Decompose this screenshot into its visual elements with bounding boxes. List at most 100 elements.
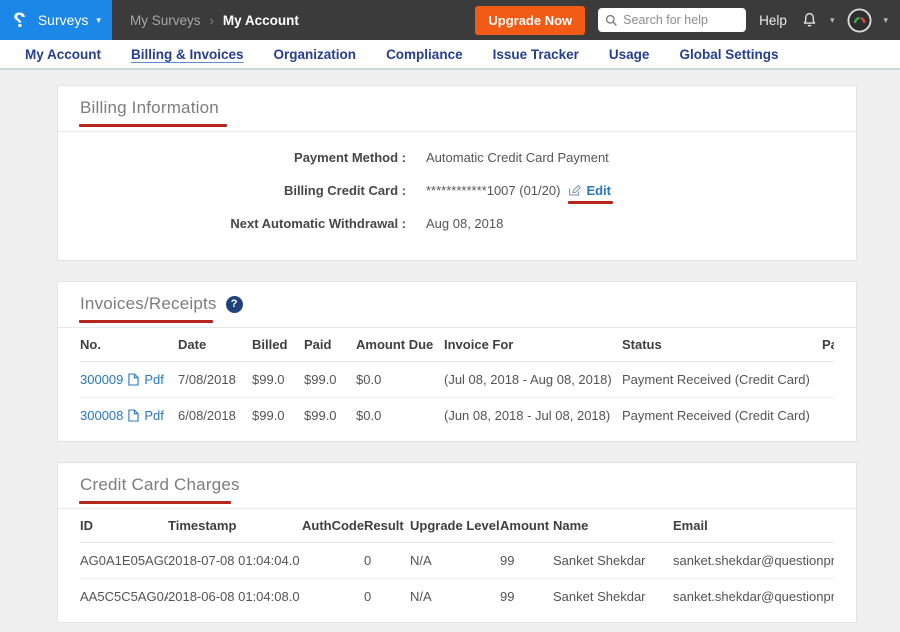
breadcrumb-separator-icon: ›	[210, 13, 214, 28]
invoice-for-cell: (Jun 08, 2018 - Jul 08, 2018)	[444, 398, 622, 434]
help-search-box[interactable]	[598, 8, 746, 32]
charge-timestamp-cell: 2018-07-08 01:04:04.0	[168, 543, 302, 579]
breadcrumb-parent[interactable]: My Surveys	[130, 13, 201, 28]
invoices-table-wrap: No. Date Billed Paid Amount Due Invoice …	[58, 328, 856, 441]
charges-table-wrap: ID Timestamp AuthCode Result Upgrade Lev…	[58, 509, 856, 622]
chevron-down-icon: ▾	[830, 16, 835, 25]
col-upgrade-level: Upgrade Level	[410, 509, 500, 543]
payment-method-row: Payment Method : Automatic Credit Card P…	[80, 141, 834, 174]
charge-amount-cell: 99	[500, 543, 553, 579]
invoice-number-link[interactable]: 300009	[80, 372, 123, 387]
tab-compliance[interactable]: Compliance	[371, 47, 478, 62]
charge-id-cell: AG0A1E05AG0A	[80, 543, 168, 579]
col-timestamp: Timestamp	[168, 509, 302, 543]
account-menu[interactable]: ▾	[847, 8, 888, 33]
billing-credit-card-value: ************1007 (01/20) Edit	[426, 183, 611, 198]
invoices-header-row: No. Date Billed Paid Amount Due Invoice …	[80, 328, 834, 362]
charge-name-cell: Sanket Shekdar	[553, 579, 673, 615]
charge-id-cell: AA5C5C5AG0A	[80, 579, 168, 615]
col-pay-by: Pay By	[822, 328, 834, 362]
charge-email-cell: sanket.shekdar@questionpro.com	[673, 579, 834, 615]
invoice-amount-due-cell: $0.0	[356, 398, 444, 434]
invoices-receipts-title: Invoices/Receipts	[80, 294, 217, 314]
billing-credit-card-row: Billing Credit Card : ************1007 (…	[80, 174, 834, 207]
col-amount: Amount	[500, 509, 553, 543]
edit-card-link[interactable]: Edit	[568, 183, 611, 198]
billing-information-title: Billing Information	[80, 98, 219, 118]
pdf-file-icon[interactable]	[128, 373, 139, 386]
charges-table: ID Timestamp AuthCode Result Upgrade Lev…	[80, 509, 834, 614]
card-masked-number: ************1007 (01/20)	[426, 183, 560, 198]
product-switcher[interactable]: ? Surveys ▾	[0, 0, 112, 40]
next-withdrawal-label: Next Automatic Withdrawal :	[80, 216, 406, 231]
payment-method-label: Payment Method :	[80, 150, 406, 165]
invoice-row: 300009 Pdf 7/08/2018 $99.0 $99.0 $0.	[80, 362, 834, 398]
charge-row: AG0A1E05AG0A 2018-07-08 01:04:04.0 0 N/A…	[80, 543, 834, 579]
next-withdrawal-row: Next Automatic Withdrawal : Aug 08, 2018	[80, 207, 834, 240]
invoice-paid-cell: $99.0	[304, 362, 356, 398]
col-result: Result	[364, 509, 410, 543]
notifications-menu[interactable]: ▾	[800, 11, 835, 30]
pdf-link[interactable]: Pdf	[144, 408, 164, 423]
invoice-pay-by-cell	[822, 362, 834, 398]
help-link[interactable]: Help	[759, 13, 787, 28]
billing-information-card: Billing Information Payment Method : Aut…	[57, 85, 857, 261]
col-invoice-for: Invoice For	[444, 328, 622, 362]
invoice-number-link[interactable]: 300008	[80, 408, 123, 423]
red-annotation-underline	[568, 201, 613, 204]
tab-issue-tracker[interactable]: Issue Tracker	[478, 47, 594, 62]
charge-email-cell: sanket.shekdar@questionpro.com	[673, 543, 834, 579]
search-icon	[605, 14, 618, 27]
payment-method-value: Automatic Credit Card Payment	[426, 150, 609, 165]
help-question-icon[interactable]: ?	[226, 296, 243, 313]
invoice-paid-cell: $99.0	[304, 398, 356, 434]
invoices-receipts-header: Invoices/Receipts ?	[58, 282, 856, 328]
top-bar: ? Surveys ▾ My Surveys › My Account Upgr…	[0, 0, 900, 40]
billing-credit-card-label: Billing Credit Card :	[80, 183, 406, 198]
topbar-actions: Upgrade Now Help ▾ ▾	[475, 6, 900, 35]
charge-result-cell: 0	[364, 579, 410, 615]
invoice-billed-cell: $99.0	[252, 362, 304, 398]
invoice-date-cell: 6/08/2018	[178, 398, 252, 434]
charge-timestamp-cell: 2018-06-08 01:04:08.0	[168, 579, 302, 615]
charges-header-row: ID Timestamp AuthCode Result Upgrade Lev…	[80, 509, 834, 543]
charge-authcode-cell	[302, 543, 364, 579]
col-date: Date	[178, 328, 252, 362]
col-no: No.	[80, 328, 178, 362]
search-input[interactable]	[623, 13, 739, 27]
tab-global-settings[interactable]: Global Settings	[664, 47, 793, 62]
invoice-date-cell: 7/08/2018	[178, 362, 252, 398]
tab-billing-invoices[interactable]: Billing & Invoices	[116, 47, 259, 62]
credit-card-charges-card: Credit Card Charges ID Timestamp AuthCod…	[57, 462, 857, 623]
tab-my-account[interactable]: My Account	[10, 47, 116, 62]
upgrade-now-button[interactable]: Upgrade Now	[475, 6, 585, 35]
col-billed: Billed	[252, 328, 304, 362]
red-annotation-underline	[79, 124, 227, 127]
invoice-no-cell: 300009 Pdf	[80, 362, 178, 398]
col-status: Status	[622, 328, 822, 362]
charge-amount-cell: 99	[500, 579, 553, 615]
charge-row: AA5C5C5AG0A 2018-06-08 01:04:08.0 0 N/A …	[80, 579, 834, 615]
product-label: Surveys	[38, 12, 89, 28]
billing-information-header: Billing Information	[58, 86, 856, 132]
account-nav-tabs: My Account Billing & Invoices Organizati…	[0, 40, 900, 70]
next-withdrawal-value: Aug 08, 2018	[426, 216, 503, 231]
tab-organization[interactable]: Organization	[259, 47, 372, 62]
charge-authcode-cell	[302, 579, 364, 615]
bell-icon	[800, 11, 819, 30]
invoice-for-cell: (Jul 08, 2018 - Aug 08, 2018)	[444, 362, 622, 398]
col-id: ID	[80, 509, 168, 543]
credit-card-charges-title: Credit Card Charges	[80, 475, 240, 495]
billing-information-rows: Payment Method : Automatic Credit Card P…	[58, 132, 856, 260]
col-paid: Paid	[304, 328, 356, 362]
charge-upgrade-level-cell: N/A	[410, 579, 500, 615]
pdf-link[interactable]: Pdf	[144, 372, 164, 387]
charge-name-cell: Sanket Shekdar	[553, 543, 673, 579]
col-amount-due: Amount Due	[356, 328, 444, 362]
invoice-status-cell: Payment Received (Credit Card)	[622, 398, 822, 434]
red-annotation-underline	[79, 320, 213, 323]
tab-usage[interactable]: Usage	[594, 47, 665, 62]
invoice-billed-cell: $99.0	[252, 398, 304, 434]
col-authcode: AuthCode	[302, 509, 364, 543]
pdf-file-icon[interactable]	[128, 409, 139, 422]
